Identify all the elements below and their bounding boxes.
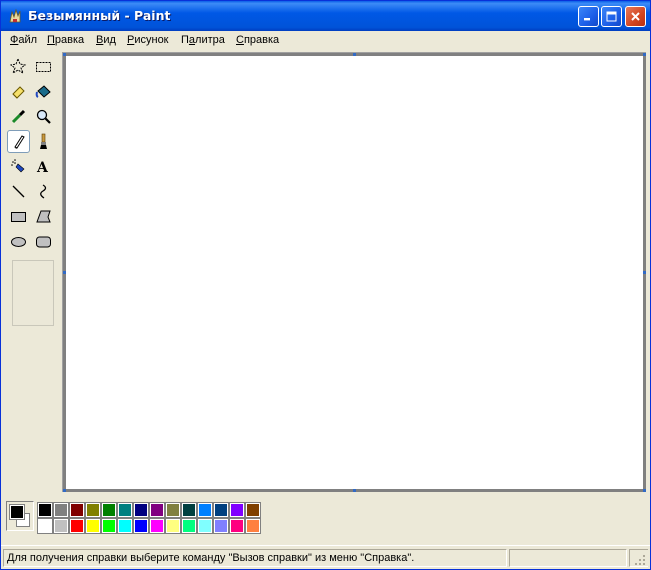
menu-view[interactable]: Вид — [96, 34, 116, 46]
resize-handle-top-left — [63, 53, 66, 56]
resize-handle-left — [63, 271, 66, 274]
paint-window: Безымянный - Paint Файл Правка Вид Рисун… — [0, 0, 651, 570]
status-coords-pane — [509, 549, 627, 567]
palette-color-swatch[interactable] — [133, 518, 149, 534]
fill-bucket-icon — [35, 85, 51, 98]
status-bar: Для получения справки выберите команду "… — [1, 545, 650, 569]
drawing-canvas[interactable] — [66, 56, 643, 489]
menu-bar: Файл Правка Вид Рисунок Палитра Справка — [1, 31, 650, 50]
status-text: Для получения справки выберите команду "… — [3, 549, 507, 567]
palette-color-swatch[interactable] — [149, 502, 165, 518]
text-icon: A — [36, 160, 49, 175]
tool-text[interactable]: A — [32, 155, 55, 178]
tool-polygon[interactable] — [32, 205, 55, 228]
menu-help[interactable]: Справка — [236, 34, 279, 46]
resize-handle-corner[interactable] — [643, 489, 646, 492]
palette-color-swatch[interactable] — [229, 518, 245, 534]
color-palette — [1, 495, 650, 545]
tool-pencil[interactable] — [7, 130, 30, 153]
current-colors-indicator[interactable] — [6, 501, 34, 531]
tool-brush[interactable] — [32, 130, 55, 153]
tool-rectangle[interactable] — [7, 205, 30, 228]
pencil-icon — [14, 135, 25, 149]
tool-magnifier[interactable] — [32, 105, 55, 128]
palette-color-swatch[interactable] — [197, 502, 213, 518]
palette-color-swatch[interactable] — [245, 502, 261, 518]
palette-color-swatch[interactable] — [85, 502, 101, 518]
palette-color-swatch[interactable] — [213, 518, 229, 534]
palette-color-swatch[interactable] — [197, 518, 213, 534]
brush-icon — [40, 133, 47, 149]
resize-handle-top — [353, 53, 356, 56]
title-bar[interactable]: Безымянный - Paint — [1, 1, 650, 31]
palette-color-swatch[interactable] — [117, 502, 133, 518]
canvas-scroll-area — [62, 52, 646, 492]
palette-color-swatch[interactable] — [37, 502, 53, 518]
palette-color-swatch[interactable] — [165, 502, 181, 518]
tool-eraser[interactable] — [7, 80, 30, 103]
palette-color-swatch[interactable] — [53, 518, 69, 534]
palette-color-swatch[interactable] — [181, 502, 197, 518]
palette-color-swatch[interactable] — [117, 518, 133, 534]
palette-color-swatch[interactable] — [245, 518, 261, 534]
palette-color-swatch[interactable] — [229, 502, 245, 518]
window-title: Безымянный - Paint — [28, 8, 171, 23]
maximize-icon — [606, 11, 617, 22]
tool-ellipse[interactable] — [7, 230, 30, 253]
airbrush-icon — [11, 159, 25, 173]
maximize-button[interactable] — [601, 6, 622, 27]
resize-grip-icon[interactable] — [634, 554, 646, 566]
palette-color-swatch[interactable] — [85, 518, 101, 534]
palette-color-swatch[interactable] — [213, 502, 229, 518]
palette-color-swatch[interactable] — [149, 518, 165, 534]
menu-file[interactable]: Файл — [10, 34, 37, 46]
line-icon — [12, 185, 25, 198]
ellipse-icon — [11, 237, 26, 247]
palette-color-swatch[interactable] — [165, 518, 181, 534]
curve-icon — [40, 184, 47, 199]
eraser-icon — [12, 86, 25, 99]
color-picker-icon — [11, 109, 26, 124]
close-icon — [631, 12, 640, 21]
close-button[interactable] — [625, 6, 646, 27]
minimize-button[interactable] — [578, 6, 599, 27]
rect-select-icon — [36, 62, 51, 72]
svg-text:A: A — [36, 160, 49, 175]
toolbox: A — [5, 53, 59, 493]
free-select-icon — [10, 58, 27, 75]
resize-handle-bottom-left — [63, 489, 66, 492]
tool-rect-select[interactable] — [32, 55, 55, 78]
tool-airbrush[interactable] — [7, 155, 30, 178]
palette-color-swatch[interactable] — [133, 502, 149, 518]
tool-free-select[interactable] — [7, 55, 30, 78]
menu-colors[interactable]: Палитра — [181, 34, 225, 46]
resize-handle-top-right — [643, 53, 646, 56]
rounded-rect-icon — [36, 236, 51, 248]
menu-edit[interactable]: Правка — [47, 34, 84, 46]
palette-color-swatch[interactable] — [101, 518, 117, 534]
resize-handle-bottom[interactable] — [353, 489, 356, 492]
palette-color-swatch[interactable] — [37, 518, 53, 534]
foreground-color-swatch — [9, 504, 25, 520]
tool-options-panel[interactable] — [12, 260, 54, 326]
palette-color-swatch[interactable] — [69, 502, 85, 518]
tool-curve[interactable] — [32, 180, 55, 203]
magnifier-icon — [36, 109, 51, 124]
tool-fill[interactable] — [32, 80, 55, 103]
palette-color-swatch[interactable] — [101, 502, 117, 518]
polygon-icon — [36, 210, 51, 223]
paint-app-icon — [9, 8, 21, 23]
minimize-icon — [584, 18, 590, 21]
resize-handle-right[interactable] — [643, 271, 646, 274]
palette-color-swatch[interactable] — [53, 502, 69, 518]
rectangle-icon — [11, 212, 26, 222]
tool-line[interactable] — [7, 180, 30, 203]
tool-color-picker[interactable] — [7, 105, 30, 128]
palette-color-swatch[interactable] — [69, 518, 85, 534]
palette-color-swatch[interactable] — [181, 518, 197, 534]
tool-rounded-rect[interactable] — [32, 230, 55, 253]
menu-image[interactable]: Рисунок — [127, 34, 169, 46]
